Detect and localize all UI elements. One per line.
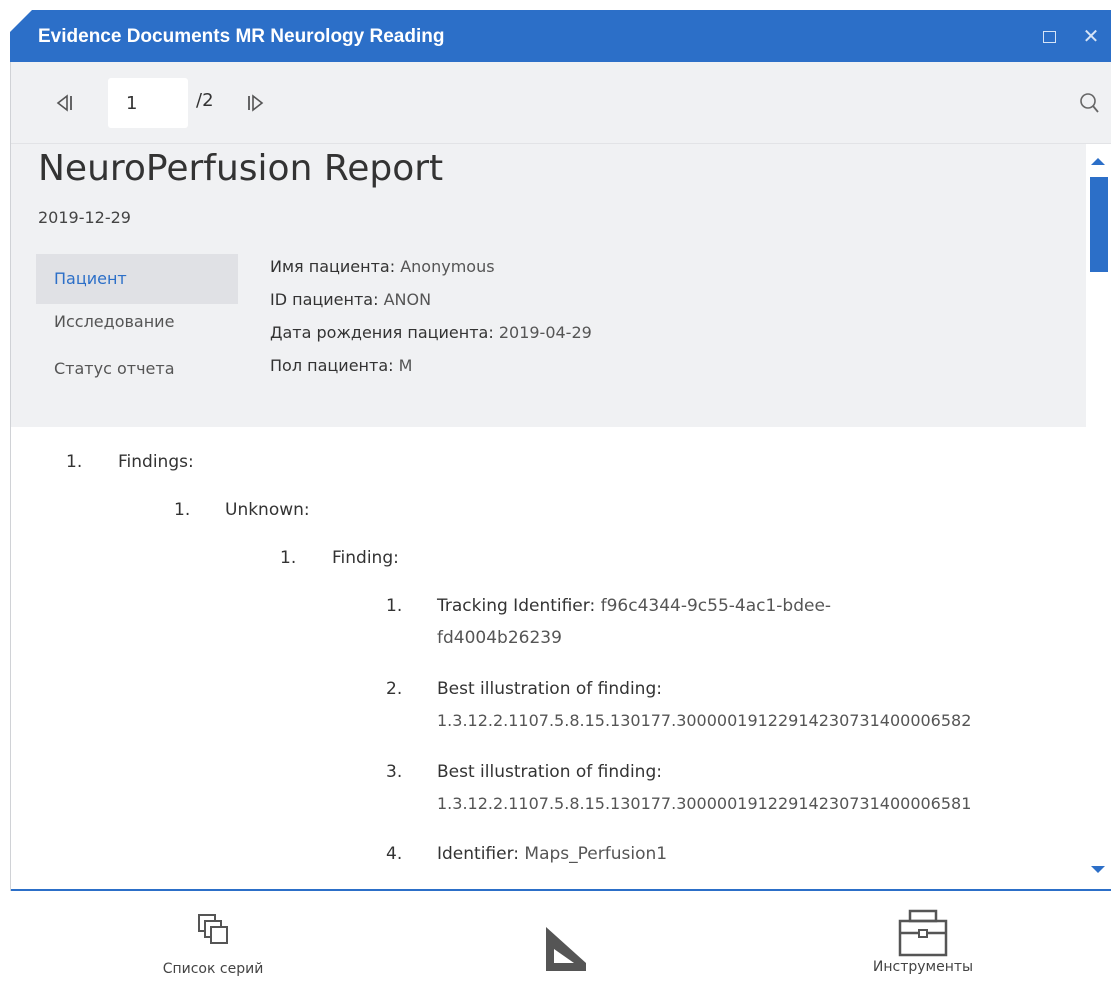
series-list-button[interactable]: Список серий	[138, 911, 288, 977]
vertical-scrollbar[interactable]	[1086, 144, 1111, 889]
list-number: 1.	[386, 596, 403, 616]
list-number: 2.	[386, 679, 403, 699]
patient-sex-row: Пол пациента: M	[270, 357, 592, 375]
document-toolbar: /2	[10, 62, 1111, 144]
patient-info: Имя пациента: Anonymous ID пациента: ANO…	[270, 258, 592, 390]
window-titlebar: Evidence Documents MR Neurology Reading …	[10, 10, 1111, 62]
finding-heading: Finding:	[332, 548, 399, 568]
item-key: Best illustration of finding:	[437, 762, 662, 782]
report-viewport: NeuroPerfusion Report 2019-12-29 Пациент…	[10, 144, 1111, 889]
report-date: 2019-12-29	[38, 208, 131, 227]
title-corner-mark	[10, 10, 32, 32]
toolbox-icon	[898, 909, 948, 957]
search-icon[interactable]	[1077, 90, 1101, 116]
tools-button[interactable]: Инструменты	[848, 909, 998, 975]
tab-report-status[interactable]: Статус отчета	[36, 354, 238, 394]
scroll-down-arrow-icon[interactable]	[1091, 866, 1105, 873]
info-value: Anonymous	[400, 257, 495, 276]
skip-back-icon[interactable]	[54, 91, 76, 115]
maximize-icon[interactable]	[1037, 24, 1061, 48]
scroll-up-arrow-icon[interactable]	[1091, 158, 1105, 165]
item-key: Identifier:	[437, 844, 520, 864]
findings-heading: Findings:	[118, 452, 194, 472]
tab-patient[interactable]: Пациент	[36, 254, 238, 304]
tools-label: Инструменты	[872, 959, 974, 975]
window-title: Evidence Documents MR Neurology Reading	[38, 26, 445, 47]
info-value: M	[398, 356, 413, 375]
unknown-heading: Unknown:	[225, 500, 310, 520]
info-key: Пол пациента:	[270, 356, 394, 375]
scroll-thumb[interactable]	[1090, 177, 1108, 272]
list-number: 1.	[280, 548, 297, 568]
item-value-cont: fd4004b26239	[437, 628, 562, 648]
tab-study[interactable]: Исследование	[36, 304, 238, 354]
item-key: Tracking Identifier:	[437, 596, 596, 616]
info-value: ANON	[383, 290, 432, 309]
patient-name-row: Имя пациента: Anonymous	[270, 258, 592, 276]
item-key: Best illustration of finding:	[437, 679, 662, 699]
list-item: Tracking Identifier: f96c4344-9c55-4ac1-…	[437, 596, 831, 616]
page-total: /2	[196, 90, 214, 111]
list-number: 4.	[386, 844, 403, 864]
info-key: Имя пациента:	[270, 257, 396, 276]
info-key: Дата рождения пациента:	[270, 323, 494, 342]
patient-dob-row: Дата рождения пациента: 2019-04-29	[270, 324, 592, 342]
info-key: ID пациента:	[270, 290, 379, 309]
page-number-input[interactable]	[108, 78, 188, 128]
list-number: 1.	[66, 452, 83, 472]
report-header: NeuroPerfusion Report 2019-12-29 Пациент…	[10, 144, 1086, 427]
skip-forward-icon[interactable]	[244, 91, 266, 115]
patient-id-row: ID пациента: ANON	[270, 291, 592, 309]
side-tabs: Пациент Исследование Статус отчета	[36, 254, 238, 394]
list-number: 3.	[386, 762, 403, 782]
list-number: 1.	[174, 500, 191, 520]
item-value: 1.3.12.2.1107.5.8.15.130177.300000191229…	[437, 794, 972, 813]
app-logo-icon	[546, 927, 586, 971]
item-value: 1.3.12.2.1107.5.8.15.130177.300000191229…	[437, 711, 972, 730]
info-value: 2019-04-29	[498, 323, 592, 342]
close-icon[interactable]: ✕	[1079, 24, 1103, 48]
bottom-bar: Список серий Инструменты	[10, 891, 1111, 999]
left-border	[10, 62, 11, 999]
item-value: Maps_Perfusion1	[524, 844, 668, 864]
series-list-label: Список серий	[162, 961, 264, 977]
list-item: Identifier: Maps_Perfusion1	[437, 844, 667, 864]
report-title: NeuroPerfusion Report	[38, 148, 444, 189]
series-list-icon	[198, 914, 228, 944]
item-value: f96c4344-9c55-4ac1-bdee-	[600, 596, 832, 616]
app-logo-button[interactable]	[536, 923, 594, 977]
